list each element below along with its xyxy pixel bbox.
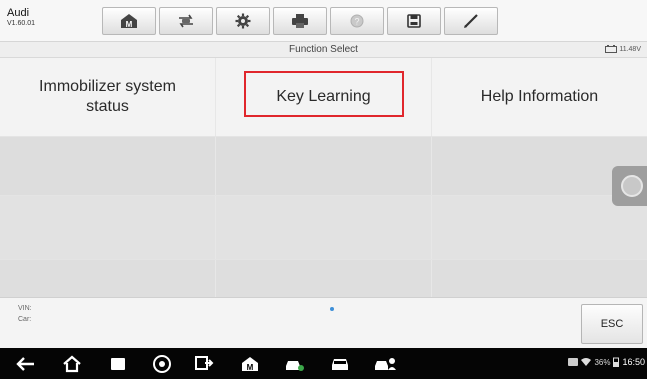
empty-cell — [216, 196, 432, 259]
save-icon — [407, 14, 421, 28]
toolbar-buttons: M ? — [102, 7, 501, 35]
app-title: Audi V1.60.01 — [7, 7, 35, 29]
car-icon[interactable] — [328, 353, 352, 375]
help-icon: ? — [350, 14, 364, 28]
vin-label: VIN: — [18, 305, 32, 312]
vehicle-make: Audi — [7, 7, 30, 19]
remote-car-icon[interactable] — [373, 353, 397, 375]
function-immobilizer-status[interactable]: Immobilizer system status — [0, 58, 216, 136]
recent-apps-icon[interactable] — [106, 353, 130, 375]
battery-voltage-indicator: 11.48V — [605, 45, 641, 53]
car-label: Car: — [18, 316, 32, 323]
save-button[interactable] — [387, 7, 441, 35]
empty-cell — [216, 260, 432, 298]
settings-icon — [235, 13, 251, 29]
software-version: V1.60.01 — [7, 20, 36, 27]
empty-cell — [0, 260, 216, 298]
vehicle-battery-icon — [605, 45, 618, 53]
top-toolbar: Audi V1.60.01 M ? — [0, 0, 647, 42]
svg-text:M: M — [126, 20, 133, 29]
empty-cell — [0, 137, 216, 195]
function-key-learning[interactable]: Key Learning — [216, 58, 432, 136]
empty-cell — [216, 137, 432, 195]
home-button[interactable]: M — [102, 7, 156, 35]
function-help-information[interactable]: Help Information — [432, 58, 647, 136]
car-service-icon[interactable] — [283, 353, 307, 375]
battery-voltage: 11.48V — [619, 45, 641, 53]
screenshot-icon[interactable] — [193, 353, 217, 375]
diagnostics-home-icon[interactable]: M — [238, 353, 262, 375]
page-title: Function Select — [289, 44, 358, 55]
empty-row — [0, 260, 647, 299]
system-navigation-bar: M 36% 16:50 — [0, 348, 647, 379]
empty-row — [0, 137, 647, 196]
empty-cell — [0, 196, 216, 259]
function-label: Help Information — [480, 88, 599, 105]
home-icon: M — [121, 14, 137, 29]
edit-button[interactable] — [444, 7, 498, 35]
page-indicator — [330, 307, 334, 311]
empty-row — [0, 196, 647, 260]
selection-highlight — [244, 71, 404, 117]
floating-assistive-handle[interactable] — [612, 166, 647, 206]
function-label: Immobilizer system status — [39, 78, 176, 115]
edit-icon — [464, 14, 478, 28]
esc-button[interactable]: ESC — [581, 304, 643, 344]
back-icon[interactable] — [14, 353, 38, 375]
print-button[interactable] — [273, 7, 327, 35]
function-grid: Immobilizer system status Key Learning H… — [0, 58, 647, 299]
vehicle-info-bar: VIN: Car: ESC — [0, 297, 647, 348]
svg-text:?: ? — [354, 17, 359, 27]
empty-cell — [432, 260, 647, 298]
print-icon — [292, 14, 308, 28]
function-row: Immobilizer system status Key Learning H… — [0, 58, 647, 137]
vehicle-swap-icon — [179, 14, 193, 28]
function-select-header: Function Select 11.48V — [0, 42, 647, 58]
svg-text:M: M — [247, 363, 254, 372]
home-nav-icon[interactable] — [60, 353, 84, 375]
battery-percent: 36% — [594, 357, 611, 367]
clock: 16:50 — [622, 357, 645, 367]
wifi-icon — [581, 358, 592, 366]
settings-button[interactable] — [216, 7, 270, 35]
help-button[interactable]: ? — [330, 7, 384, 35]
message-icon — [568, 358, 579, 366]
status-area: 36% 16:50 — [568, 357, 645, 367]
battery-icon — [613, 357, 620, 367]
vehicle-swap-button[interactable] — [159, 7, 213, 35]
browser-icon[interactable] — [150, 353, 174, 375]
assistive-circle-icon — [621, 175, 643, 197]
